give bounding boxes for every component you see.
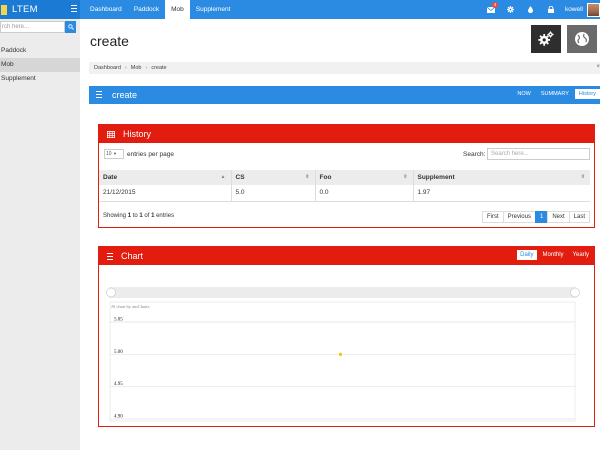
sidebar-item-mob[interactable]: Mob: [0, 58, 80, 72]
cell-foo: 0.0: [315, 185, 414, 202]
chevron-right-icon: ›: [145, 65, 148, 71]
table-controls: 10 ▼ entries per page Search: Search her…: [99, 143, 594, 165]
brand-logo-icon: [1, 4, 7, 15]
nav-item-mob[interactable]: Mob: [165, 0, 190, 19]
breadcrumb-mob[interactable]: Mob: [131, 65, 142, 71]
brand-name: LTEM: [12, 4, 38, 15]
tab-yearly[interactable]: Yearly: [570, 250, 592, 260]
history-panel-header: History: [99, 125, 594, 143]
globe-tile[interactable]: [567, 25, 597, 53]
mail-badge: 4: [492, 1, 498, 8]
globe-icon: [575, 32, 589, 46]
tab-monthly[interactable]: Monthly: [540, 250, 567, 260]
close-icon[interactable]: ×: [596, 64, 600, 70]
tab-summary[interactable]: SUMMARY: [537, 89, 573, 99]
page-title: create: [90, 33, 129, 49]
avatar[interactable]: [587, 2, 600, 17]
pagination: First Previous 1 Next Last: [481, 211, 590, 223]
entries-per-page-label: entries per page: [127, 151, 174, 158]
chevron-down-icon: ▼: [112, 151, 117, 156]
chart-credit: JS chart by amCharts: [111, 304, 150, 309]
sidebar-item-paddock[interactable]: Paddock: [0, 44, 80, 58]
cell-cs: 5.0: [231, 185, 316, 202]
nav-item-dashboard[interactable]: Dashboard: [84, 0, 128, 19]
drop-icon[interactable]: [521, 6, 541, 13]
breadcrumb-create: create: [151, 65, 167, 71]
tab-now[interactable]: NOW: [513, 89, 534, 99]
sort-icon: ⇳: [305, 174, 310, 180]
sidebar-item-supplement[interactable]: Supplement: [0, 72, 80, 86]
sort-icon: ⇳: [403, 174, 408, 180]
nav-item-paddock[interactable]: Paddock: [128, 0, 165, 19]
cs-chart: JS chart by amCharts5.055.004.954.90Dec …: [106, 287, 580, 422]
menu-icon: [107, 252, 113, 260]
table-row[interactable]: 21/12/2015 5.0 0.0 1.97: [99, 185, 590, 202]
table-search-label: Search:: [463, 151, 486, 158]
page-next-button[interactable]: Next: [547, 211, 570, 223]
brand[interactable]: LTEM: [0, 0, 80, 19]
tab-daily[interactable]: Daily: [517, 250, 537, 260]
y-tick-label: 4.95: [114, 382, 123, 387]
chart-panel: Chart Daily Monthly Yearly JS chart by a…: [98, 246, 595, 427]
y-tick-label: 5.05: [114, 318, 123, 323]
history-title: History: [123, 129, 152, 139]
sidebar-search-input[interactable]: rch here...: [0, 21, 65, 33]
column-header-foo[interactable]: Foo ⇳: [315, 170, 414, 185]
page-1-button[interactable]: 1: [534, 211, 549, 223]
scrollbar-left-handle[interactable]: [106, 287, 116, 298]
gears-icon: [538, 31, 554, 46]
create-bar-title: create: [112, 90, 138, 100]
page-previous-button[interactable]: Previous: [502, 211, 536, 223]
main-nav: Dashboard Paddock Mob Supplement: [84, 0, 236, 19]
table-info: Showing 1 to 1 of 1 entries: [103, 213, 174, 219]
nav-item-supplement[interactable]: Supplement: [190, 0, 237, 19]
chart-panel-header: Chart Daily Monthly Yearly: [99, 247, 594, 265]
info-suffix: entries: [154, 213, 175, 219]
settings-tile[interactable]: [531, 25, 561, 53]
y-tick-label: 4.90: [114, 415, 123, 420]
column-header-date[interactable]: Date ▲: [99, 170, 232, 185]
table-search-input[interactable]: Search here...: [487, 148, 590, 160]
create-bar-tabs: NOW SUMMARY History: [511, 89, 600, 99]
cell-date: 21/12/2015: [99, 185, 232, 202]
chart-scrollbar[interactable]: [109, 287, 576, 298]
sort-asc-icon: ▲: [220, 174, 226, 180]
cell-supplement: 1.97: [413, 185, 590, 202]
sidebar-toggle-icon[interactable]: [71, 5, 77, 13]
menu-icon: [96, 90, 102, 100]
table-header-row: Date ▲ CS ⇳ Foo ⇳ Supplement ⇳: [99, 170, 590, 185]
sort-icon: ⇳: [580, 174, 585, 180]
info-of-label: of: [142, 213, 152, 219]
column-header-cs[interactable]: CS ⇳: [231, 170, 316, 185]
mail-icon[interactable]: 4: [481, 1, 501, 13]
table-icon: [107, 130, 115, 138]
scrollbar-right-handle[interactable]: [570, 287, 580, 298]
top-icons: 4 kowell: [481, 0, 600, 19]
gear-icon[interactable]: [501, 6, 521, 13]
history-table: Date ▲ CS ⇳ Foo ⇳ Supplement ⇳ 21/12/2015 5.…: [99, 170, 590, 202]
page-size-value: 10: [106, 151, 112, 157]
breadcrumb-dashboard[interactable]: Dashboard: [94, 65, 121, 71]
tab-history[interactable]: History: [574, 89, 600, 99]
info-prefix: Showing: [103, 213, 128, 219]
search-icon[interactable]: [65, 21, 76, 33]
data-point[interactable]: [338, 352, 343, 356]
page-first-button[interactable]: First: [481, 211, 504, 223]
column-header-supplement[interactable]: Supplement ⇳: [413, 170, 590, 185]
sidebar-list: Paddock Mob Supplement: [0, 44, 80, 86]
lock-icon[interactable]: [541, 6, 561, 13]
user-name[interactable]: kowell: [565, 6, 583, 13]
plot-area: [109, 301, 576, 422]
create-bar: create NOW SUMMARY History: [89, 86, 600, 104]
chart-title: Chart: [121, 251, 144, 261]
chart-period-tabs: Daily Monthly Yearly: [514, 250, 592, 260]
sidebar: rch here... Paddock Mob Supplement: [0, 19, 80, 450]
breadcrumb: Dashboard › Mob › create ×: [89, 62, 600, 74]
y-tick-label: 5.00: [114, 350, 123, 355]
page-last-button[interactable]: Last: [568, 211, 590, 223]
chevron-right-icon: ›: [124, 65, 127, 71]
top-bar: LTEM Dashboard Paddock Mob Supplement 4 …: [0, 0, 600, 19]
page-size-select[interactable]: 10 ▼: [104, 149, 124, 159]
